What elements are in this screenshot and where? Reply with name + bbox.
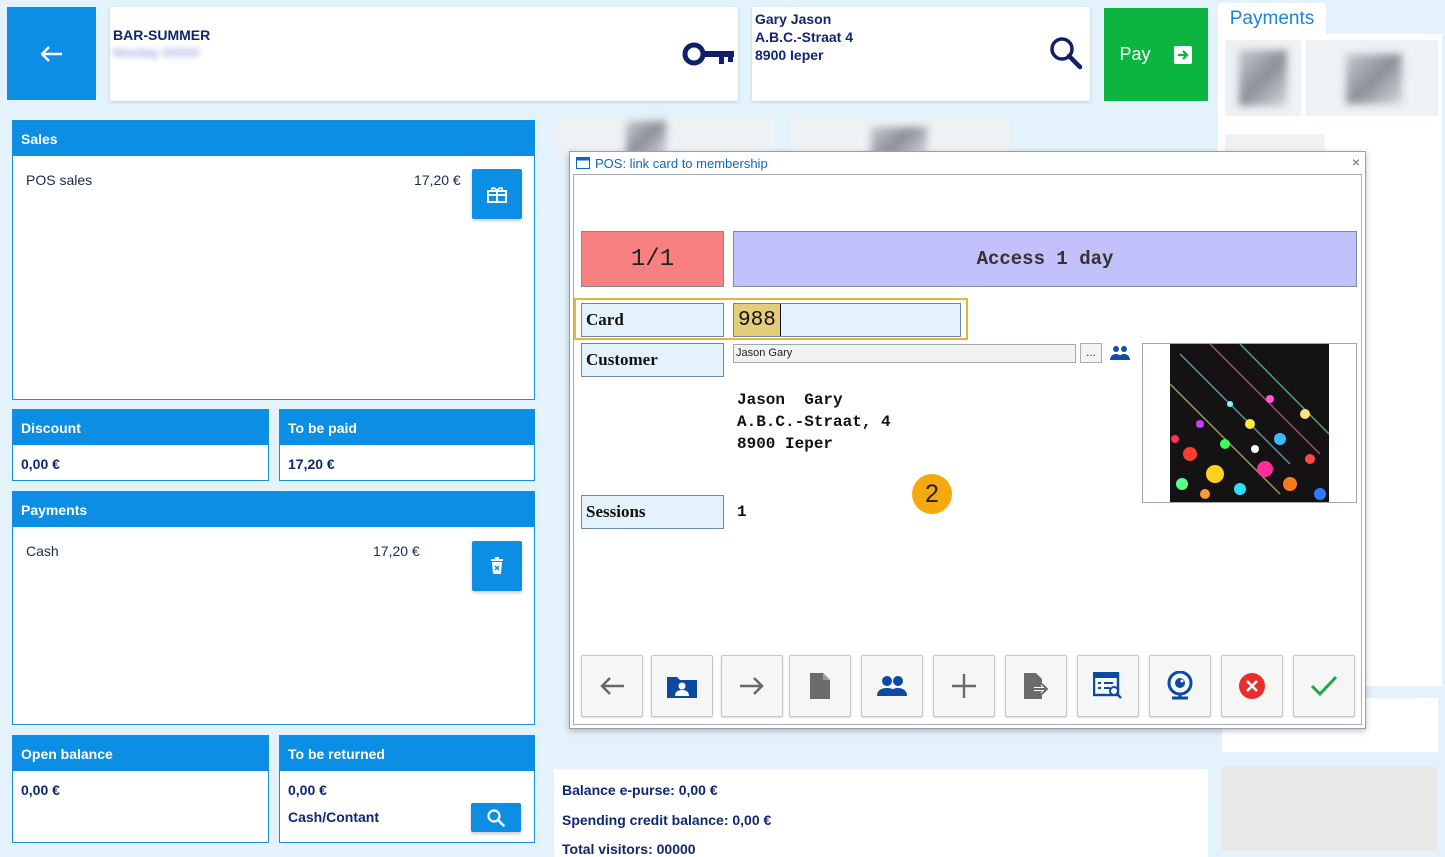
search-icon (487, 808, 505, 827)
checkmark-icon (1310, 675, 1338, 697)
link-card-dialog: POS: link card to membership × 1/1 Acces… (569, 151, 1366, 729)
sessions-value: 1 (737, 503, 747, 521)
export-document-button[interactable] (1005, 655, 1067, 717)
pay-label: Pay (1119, 44, 1151, 64)
to-be-paid-value: 17,20 € (288, 456, 335, 472)
document-export-icon (1024, 673, 1049, 699)
discount-title: Discount (13, 410, 268, 445)
cancel-icon (1239, 673, 1265, 699)
payment-method-tile[interactable] (1225, 40, 1301, 116)
search-icon[interactable] (1049, 36, 1083, 70)
id-folder-icon (667, 677, 697, 698)
customer-group-button[interactable] (1107, 343, 1133, 363)
sales-item-value: 17,20 € (414, 172, 461, 188)
customer-lookup-button[interactable]: ... (1080, 343, 1102, 363)
discount-panel: Discount 0,00 € (12, 409, 269, 481)
to-be-returned-title: To be returned (280, 736, 534, 771)
open-balance-title: Open balance (13, 736, 268, 771)
dialog-body: 1/1 Access 1 day Card 988 Customer Jason… (573, 174, 1362, 725)
to-be-returned-panel: To be returned 0,00 € Cash/Contant (279, 735, 535, 843)
previous-button[interactable] (581, 655, 643, 717)
photo-image (1170, 344, 1329, 502)
total-visitors: Total visitors: 00000 (562, 841, 696, 857)
open-balance-panel: Open balance 0,00 € (12, 735, 269, 843)
sales-title: Sales (13, 121, 534, 156)
to-be-paid-title: To be paid (280, 410, 534, 445)
payments-item-label: Cash (26, 543, 59, 559)
sales-item-label: POS sales (26, 172, 93, 188)
address-city: 8900 Ieper (737, 435, 834, 453)
webcam-button[interactable] (1149, 655, 1211, 717)
close-icon[interactable]: × (1349, 154, 1363, 170)
arrow-right-icon (740, 677, 764, 695)
pay-button[interactable]: Pay (1104, 8, 1208, 101)
search-return-button[interactable] (471, 803, 521, 832)
trash-icon (491, 557, 503, 574)
step-badge: 2 (912, 474, 952, 514)
cancel-button[interactable] (1221, 655, 1283, 717)
add-button[interactable] (933, 655, 995, 717)
key-icon (682, 42, 734, 66)
customer-name: Gary Jason (755, 11, 832, 27)
list-search-icon (1093, 672, 1122, 699)
webcam-icon (1167, 671, 1193, 700)
card-input[interactable]: 988 (733, 303, 961, 337)
discount-value: 0,00 € (21, 456, 60, 472)
sessions-label: Sessions (581, 495, 724, 529)
side-box-grey (1222, 767, 1438, 851)
gift-icon (487, 186, 507, 203)
tab-payments[interactable]: Payments (1218, 3, 1326, 35)
address-street: A.B.C.-Straat, 4 (737, 413, 891, 431)
people-icon (877, 676, 907, 696)
card-label: Card (581, 303, 724, 337)
dialog-title: POS: link card to membership (595, 155, 768, 171)
shop-card[interactable]: BAR-SUMMER Monday 00000 (110, 7, 738, 101)
plus-icon (952, 674, 976, 698)
customers-button[interactable] (861, 655, 923, 717)
shop-subtitle: Monday 00000 (113, 45, 200, 60)
document-button[interactable] (789, 655, 851, 717)
open-balance-value: 0,00 € (21, 782, 60, 798)
next-button[interactable] (721, 655, 783, 717)
member-card-button[interactable] (651, 655, 713, 717)
customer-address: Jason Gary A.B.C.-Straat, 4 8900 Ieper (737, 389, 891, 455)
window-icon (576, 157, 590, 169)
counter-box: 1/1 (581, 231, 724, 287)
epurse-balance: Balance e-purse: 0,00 € (562, 782, 718, 798)
customer-photo (1142, 343, 1357, 503)
customer-label: Customer (581, 343, 724, 377)
card-input-value: 988 (734, 304, 781, 336)
exit-arrow-icon (1173, 45, 1192, 64)
document-icon (810, 673, 830, 699)
back-button[interactable] (7, 7, 96, 100)
payment-method-tile[interactable] (1306, 40, 1438, 116)
customer-city: 8900 Ieper (755, 47, 824, 63)
confirm-button[interactable] (1293, 655, 1355, 717)
customer-field[interactable]: Jason Gary (733, 344, 1076, 363)
balance-info: Balance e-purse: 0,00 € Spending credit … (554, 769, 1208, 857)
return-method: Cash/Contant (288, 809, 379, 825)
payments-panel: Payments Cash 17,20 € (12, 491, 535, 725)
spending-credit-balance: Spending credit balance: 0,00 € (562, 812, 772, 828)
shop-name: BAR-SUMMER (113, 27, 211, 43)
customer-street: A.B.C.-Straat 4 (755, 29, 854, 45)
dialog-titlebar: POS: link card to membership (570, 152, 1365, 174)
to-be-paid-panel: To be paid 17,20 € (279, 409, 535, 481)
gift-button[interactable] (472, 169, 522, 219)
arrow-left-icon (600, 677, 624, 695)
customer-card[interactable]: Gary Jason A.B.C.-Straat 4 8900 Ieper (752, 7, 1090, 101)
payments-title: Payments (13, 492, 534, 527)
product-box: Access 1 day (733, 231, 1357, 287)
address-name: Jason Gary (737, 391, 843, 409)
sales-panel: Sales POS sales 17,20 € (12, 120, 535, 400)
payments-item-value: 17,20 € (373, 543, 420, 559)
arrow-left-icon (40, 45, 62, 62)
to-be-returned-value: 0,00 € (288, 782, 327, 798)
search-list-button[interactable] (1077, 655, 1139, 717)
delete-payment-button[interactable] (472, 541, 522, 591)
people-icon (1110, 346, 1130, 360)
